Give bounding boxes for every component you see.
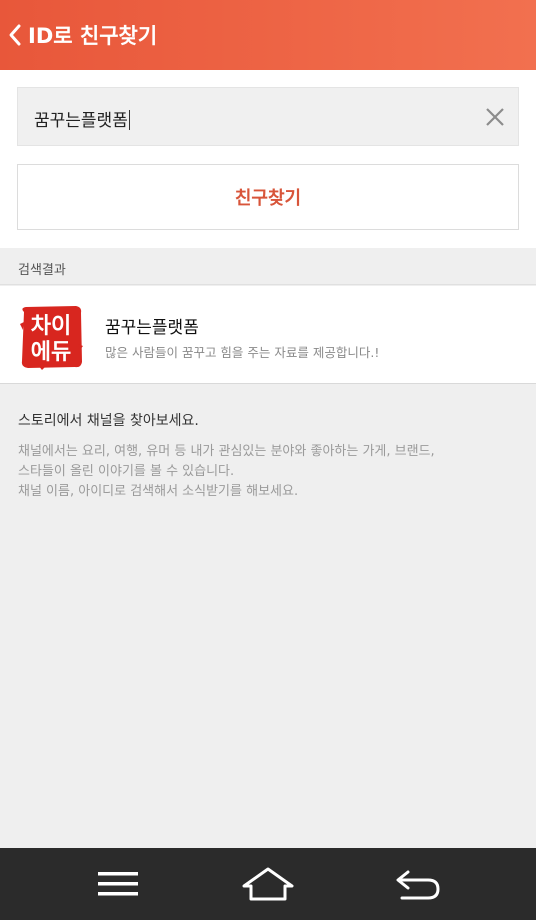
info-section: 스토리에서 채널을 찾아보세요. 채널에서는 요리, 여행, 유머 등 내가 관…	[18, 410, 518, 502]
result-item[interactable]: 차이 에듀 꿈꾸는플랫폼 많은 사람들이 꿈꾸고 힘을 주는 자료를 제공합니다…	[0, 286, 536, 384]
page-title: ID로 친구찾기	[28, 24, 158, 48]
app-bar: ID로 친구찾기	[0, 0, 536, 70]
search-results-header: 검색결과	[0, 248, 536, 285]
menu-button[interactable]	[68, 848, 168, 920]
find-friend-button[interactable]: 친구찾기	[17, 164, 519, 230]
info-line: 채널 이름, 아이디로 검색해서 소식받기를 해보세요.	[18, 484, 299, 499]
text-caret	[128, 110, 130, 130]
close-icon	[486, 108, 504, 126]
home-icon	[242, 867, 294, 901]
chevron-left-icon	[9, 24, 21, 46]
avatar-text-top: 차이	[31, 314, 71, 339]
clear-search-button[interactable]	[484, 106, 506, 128]
result-name: 꿈꾸는플랫폼	[105, 318, 199, 338]
system-nav-bar	[0, 848, 536, 920]
search-panel: 꿈꾸는플랫폼 친구찾기	[0, 70, 536, 248]
menu-icon	[98, 872, 138, 896]
channel-avatar: 차이 에듀	[20, 306, 83, 370]
home-button[interactable]	[218, 848, 318, 920]
info-line: 스타들이 올린 이야기를 볼 수 있습니다.	[18, 464, 235, 479]
back-nav-button[interactable]	[368, 848, 468, 920]
search-input-value: 꿈꾸는플랫폼	[34, 110, 130, 131]
avatar-text-bottom: 에듀	[31, 340, 71, 365]
search-results-label: 검색결과	[18, 263, 66, 278]
search-input[interactable]: 꿈꾸는플랫폼	[17, 87, 519, 146]
info-title: 스토리에서 채널을 찾아보세요.	[18, 413, 199, 429]
info-line: 채널에서는 요리, 여행, 유머 등 내가 관심있는 분야와 좋아하는 가게, …	[18, 444, 435, 459]
back-arrow-icon	[396, 870, 440, 900]
result-description: 많은 사람들이 꿈꾸고 힘을 주는 자료를 제공합니다.!	[105, 345, 380, 360]
